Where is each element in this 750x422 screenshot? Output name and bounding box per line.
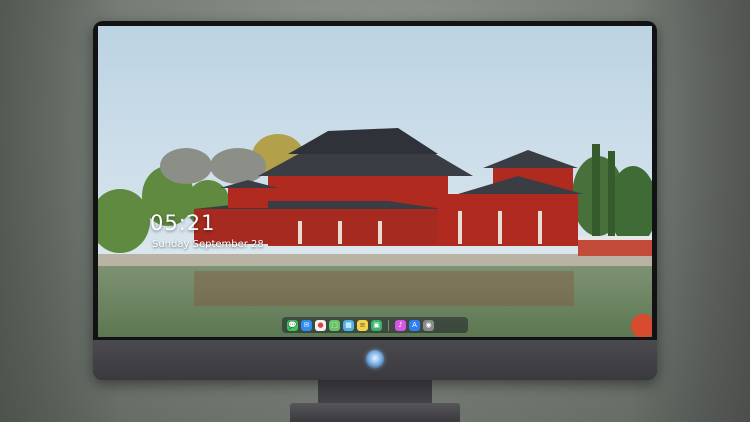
camera-icon[interactable]: ◉ (423, 319, 434, 331)
itunes-icon[interactable]: ♪ (395, 319, 406, 331)
maps-icon[interactable]: ⬚ (329, 319, 340, 331)
mail-icon[interactable]: ✉ (301, 319, 312, 331)
lock-screen-date: Sunday September 28 (152, 239, 264, 250)
brand-logo-icon (366, 350, 384, 368)
chrome-icon[interactable]: ● (315, 319, 326, 331)
desktop-screen: 05:21 Sunday September 28 💬 ✉ ● ⬚ ▦ ≡ ▣ … (98, 26, 652, 337)
dock: 💬 ✉ ● ⬚ ▦ ≡ ▣ ♪ A ◉ (282, 317, 468, 333)
dock-separator (388, 319, 389, 331)
photos-icon[interactable]: ▦ (343, 319, 354, 331)
notes-icon[interactable]: ≡ (357, 319, 368, 331)
lock-screen-time: 05:21 (150, 211, 216, 235)
app-store-icon[interactable]: A (409, 319, 420, 331)
messages-icon[interactable]: 💬 (287, 319, 298, 331)
wallpaper-temple-scene (98, 26, 652, 337)
monitor-stand-base (290, 403, 460, 422)
facetime-icon[interactable]: ▣ (371, 319, 382, 331)
